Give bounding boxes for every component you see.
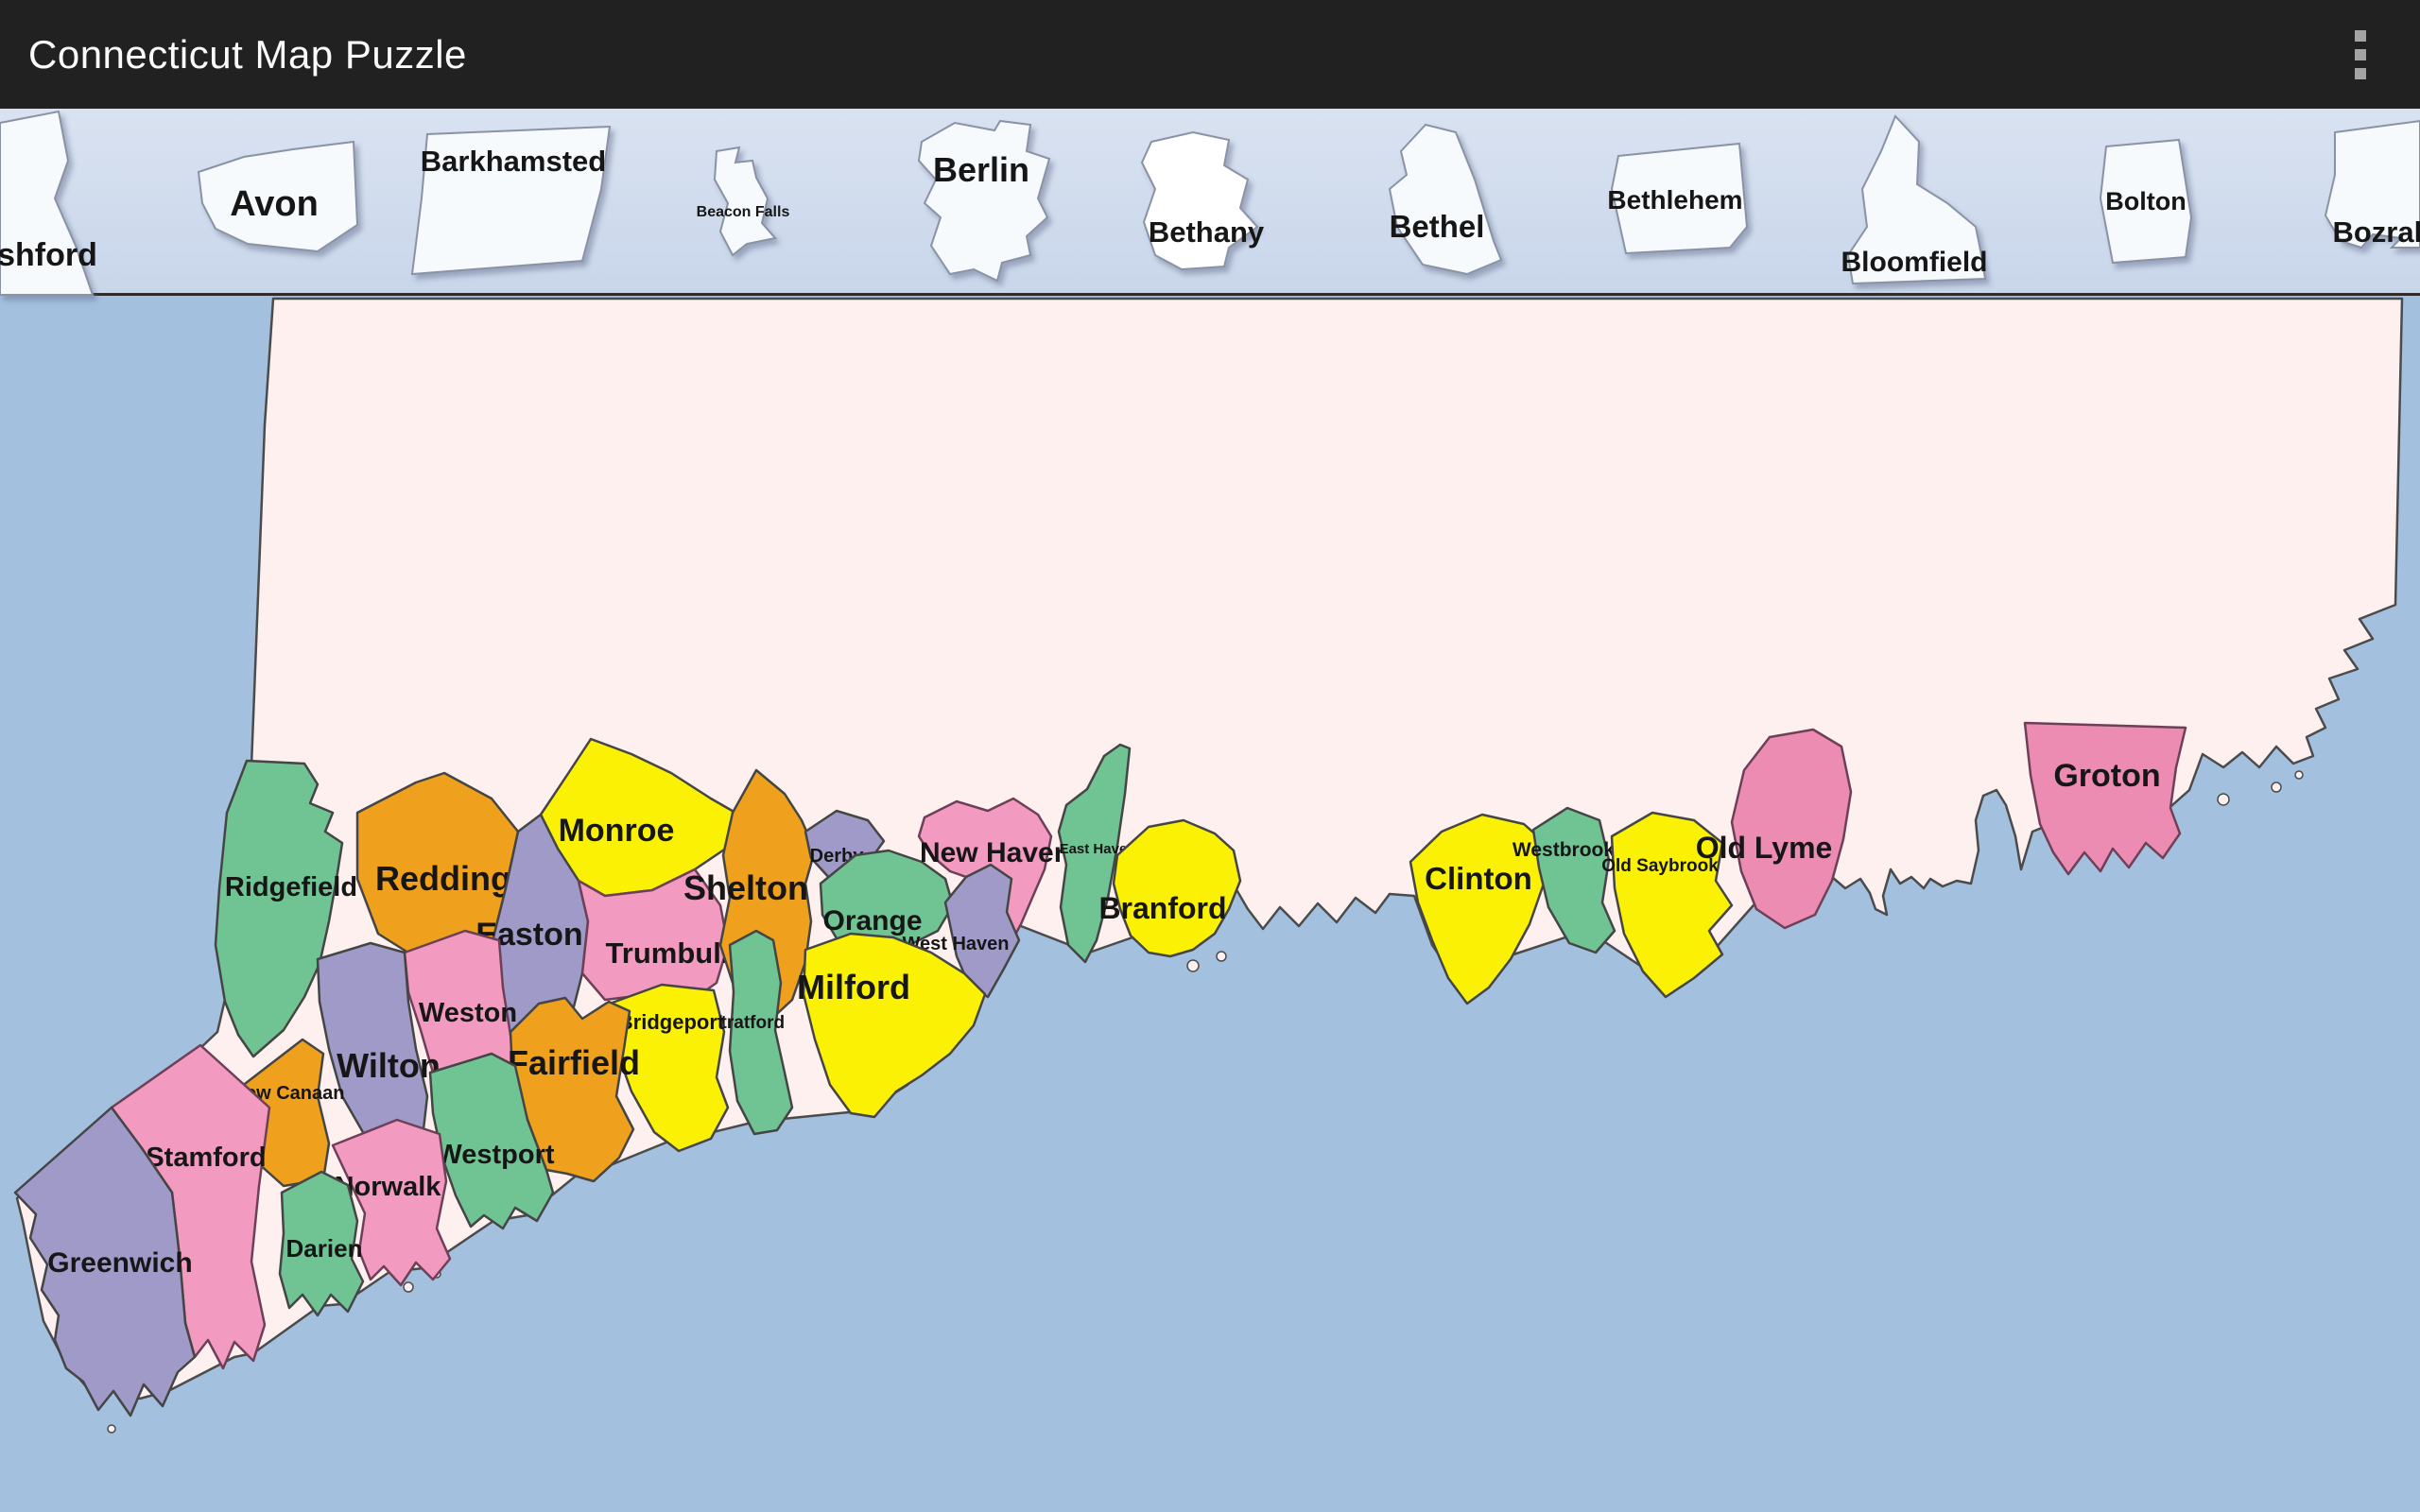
town-label-weston: Weston (419, 998, 517, 1028)
tray-piece-label-bozrah: Bozrah (2332, 215, 2420, 249)
tray-piece-label-barkhamsted: Barkhamsted (421, 145, 606, 178)
town-label-stamford: Stamford (146, 1143, 266, 1173)
town-label-fairfield: Fairfield (508, 1043, 640, 1082)
island (1217, 952, 1226, 961)
island (2218, 794, 2229, 805)
town-label-westbrook: Westbrook (1512, 839, 1615, 861)
town-label-milford: Milford (797, 968, 910, 1006)
tray-piece-label-avon: Avon (230, 184, 319, 224)
town-label-trumbull: Trumbull (606, 936, 730, 970)
tray-piece-label-bethel: Bethel (1390, 209, 1485, 244)
town-label-old-lyme: Old Lyme (1696, 831, 1833, 865)
tray-divider (0, 293, 2420, 296)
overflow-dot (2355, 68, 2366, 79)
island (2295, 771, 2303, 779)
town-label-groton: Groton (2053, 758, 2160, 794)
tray-piece-label-berlin: Berlin (933, 150, 1029, 189)
town-label-branford: Branford (1098, 891, 1226, 925)
island (404, 1282, 413, 1292)
island (2272, 782, 2281, 792)
overflow-menu-icon[interactable] (2327, 12, 2394, 97)
tray-piece-label-bolton: Bolton (2105, 187, 2186, 215)
island (1187, 960, 1199, 971)
overflow-dot (2355, 49, 2366, 60)
app-bar: Connecticut Map Puzzle (0, 0, 2420, 109)
tray-piece-label-beacon-falls: Beacon Falls (697, 204, 790, 220)
tray-piece-label-ashford: shford (0, 237, 97, 273)
town-label-shelton: Shelton (683, 868, 808, 907)
tray-piece-label-bethany: Bethany (1149, 215, 1265, 249)
puzzle-scene: RidgefieldReddingMonroeEastonWestonWilto… (0, 109, 2420, 1512)
tray-piece-label-bethlehem: Bethlehem (1607, 185, 1742, 215)
overflow-dot (2355, 30, 2366, 42)
town-label-new-haven: New Haven (920, 837, 1071, 868)
town-label-monroe: Monroe (559, 813, 675, 849)
town-label-redding: Redding (375, 859, 511, 898)
town-label-orange-town: Orange (822, 905, 922, 936)
island (108, 1425, 115, 1433)
town-label-ridgefield: Ridgefield (225, 872, 357, 902)
town-label-wilton: Wilton (337, 1046, 441, 1085)
tray-piece-label-bloomfield: Bloomfield (1841, 247, 1988, 278)
town-label-darien: Darien (286, 1234, 363, 1263)
town-label-greenwich: Greenwich (47, 1247, 192, 1279)
town-label-bridgeport: Bridgeport (618, 1010, 725, 1034)
app-title: Connecticut Map Puzzle (0, 32, 467, 77)
town-label-westport: Westport (436, 1140, 554, 1170)
town-label-clinton: Clinton (1425, 861, 1532, 896)
